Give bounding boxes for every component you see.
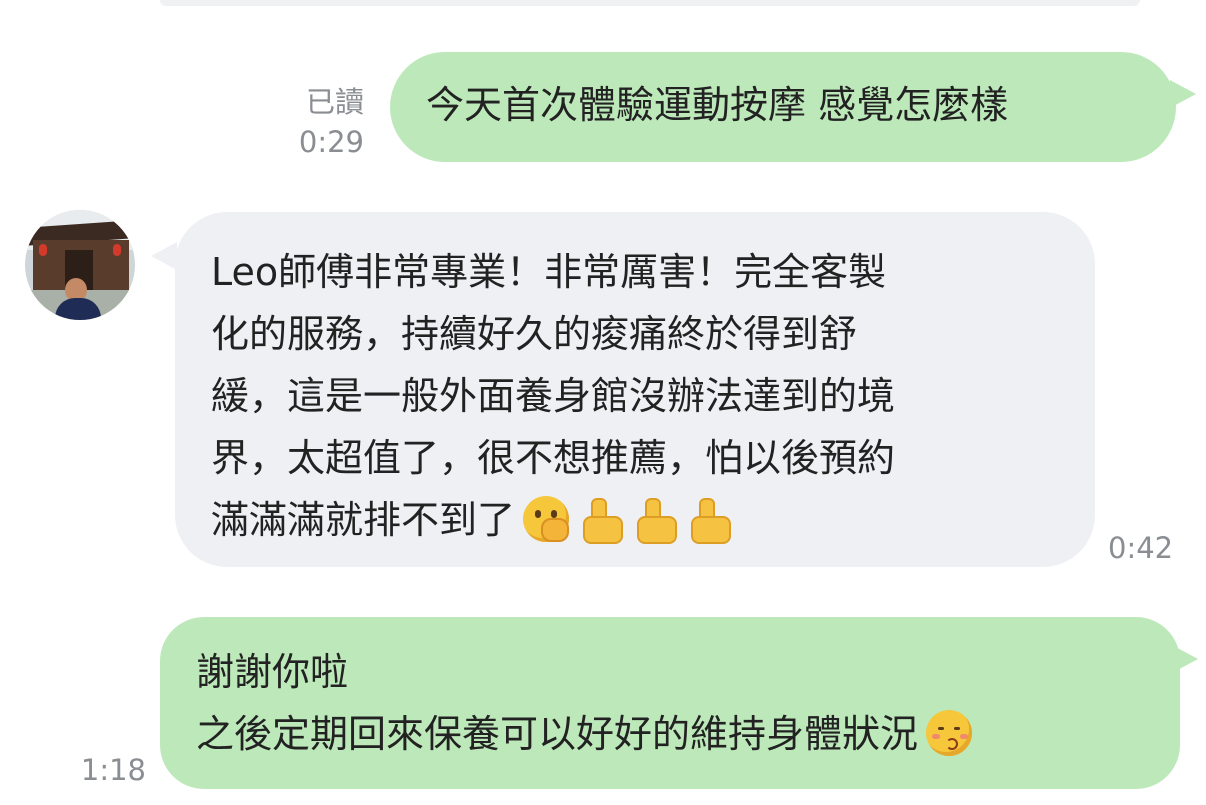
incoming-message-bubble[interactable]: Leo師傅非常專業！非常厲害！完全客製 化的服務，持續好久的痠痛終於得到舒 緩，… [175, 212, 1095, 567]
contact-avatar[interactable] [25, 210, 135, 320]
message-time: 1:18 [80, 753, 146, 787]
read-status: 已讀 [305, 85, 364, 119]
message-text-line: 化的服務，持續好久的痠痛終於得到舒 [211, 312, 858, 356]
thumbs-up-icon [685, 496, 732, 544]
message-text-segment: 之後定期回來保養可以好好的維持身體狀況 [196, 712, 919, 756]
message-text-line: Leo師傅非常專業！非常厲害！完全客製 [211, 250, 887, 294]
thumbs-up-icon [577, 496, 624, 544]
message-text-line: 謝謝你啦 [196, 650, 349, 694]
bubble-tail [151, 242, 177, 270]
message-meta: 已讀 0:29 [290, 82, 364, 162]
message-time: 0:29 [298, 125, 364, 159]
previous-message-edge [160, 0, 1140, 6]
message-text-line: 界，太超值了，很不想推薦，怕以後預約 [211, 436, 896, 480]
message-time: 0:42 [1108, 531, 1174, 565]
message-text-line: 之後定期回來保養可以好好的維持身體狀況 [196, 703, 1144, 765]
outgoing-message-bubble[interactable]: 謝謝你啦 之後定期回來保養可以好好的維持身體狀況 [160, 617, 1180, 789]
message-text-segment: 滿滿滿就排不到了 [211, 498, 516, 542]
message-text-line: 緩，這是一般外面養身館沒辦法達到的境 [211, 374, 896, 418]
face-with-hand-over-mouth-icon [523, 495, 570, 542]
kissing-face-with-smiling-eyes-icon [926, 709, 973, 756]
thumbs-up-icon [631, 496, 678, 544]
outgoing-message-bubble[interactable]: 今天首次體驗運動按摩 感覺怎麼樣 [390, 52, 1176, 162]
message-text-line: 滿滿滿就排不到了 [211, 489, 1059, 551]
message-text: 今天首次體驗運動按摩 感覺怎麼樣 [426, 83, 1009, 127]
